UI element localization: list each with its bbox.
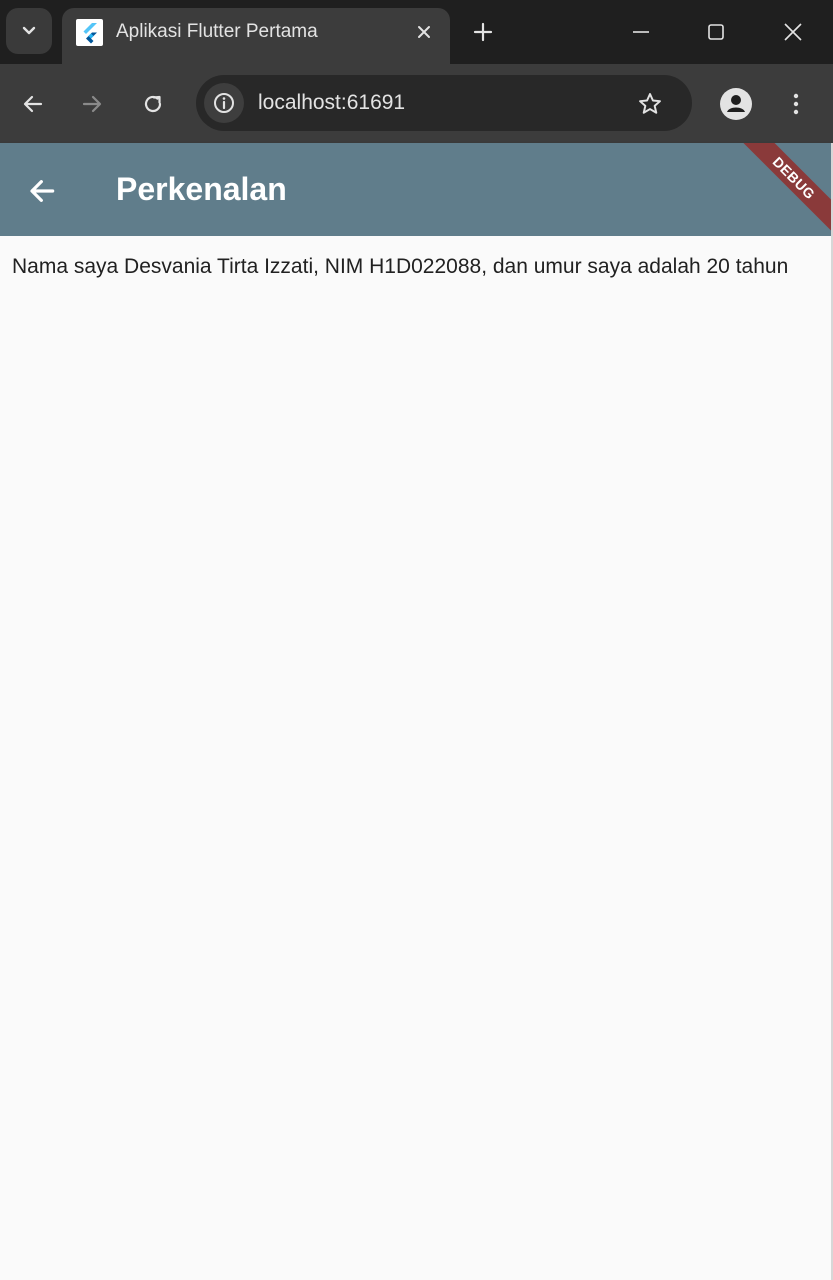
tab-search-button[interactable]	[6, 8, 52, 54]
app-back-button[interactable]	[20, 169, 64, 213]
url-text[interactable]: localhost:61691	[258, 91, 405, 115]
app-bar: Perkenalan DEBUG	[0, 143, 833, 236]
forward-navigation-button[interactable]	[72, 84, 112, 124]
browser-tabstrip: Aplikasi Flutter Pertama	[0, 0, 833, 64]
arrow-left-icon	[30, 180, 55, 202]
reload-button[interactable]	[133, 84, 173, 124]
browser-toolbar: localhost:61691	[0, 64, 833, 143]
tab-title: Aplikasi Flutter Pertama	[116, 21, 318, 42]
kebab-menu-icon	[793, 93, 799, 115]
profile-button[interactable]	[716, 84, 756, 124]
star-icon	[639, 93, 661, 114]
arrow-left-icon	[23, 95, 43, 113]
new-tab-button[interactable]	[466, 15, 500, 49]
minimize-button[interactable]	[618, 10, 664, 54]
maximize-button[interactable]	[693, 10, 739, 54]
browser-menu-button[interactable]	[776, 84, 816, 124]
plus-icon	[473, 22, 493, 42]
address-bar[interactable]: localhost:61691	[196, 75, 692, 131]
chevron-down-icon	[22, 26, 36, 35]
info-icon	[214, 93, 234, 113]
close-icon	[418, 26, 430, 38]
minimize-icon	[633, 31, 649, 33]
close-window-button[interactable]	[770, 10, 816, 54]
site-info-button[interactable]	[204, 83, 244, 123]
close-tab-button[interactable]	[412, 20, 436, 44]
back-navigation-button[interactable]	[13, 84, 53, 124]
reload-icon	[144, 95, 162, 113]
arrow-right-icon	[82, 95, 102, 113]
page-title: Perkenalan	[116, 171, 287, 207]
close-icon	[784, 23, 802, 41]
debug-banner: DEBUG	[733, 143, 833, 236]
bookmark-button[interactable]	[633, 87, 667, 121]
browser-tab-active[interactable]: Aplikasi Flutter Pertama	[62, 8, 450, 64]
introduction-text: Nama saya Desvania Tirta Izzati, NIM H1D…	[12, 255, 789, 278]
maximize-icon	[708, 24, 724, 40]
app-body: Nama saya Desvania Tirta Izzati, NIM H1D…	[0, 236, 833, 1280]
flutter-logo-icon	[76, 19, 103, 46]
profile-icon	[720, 88, 752, 120]
